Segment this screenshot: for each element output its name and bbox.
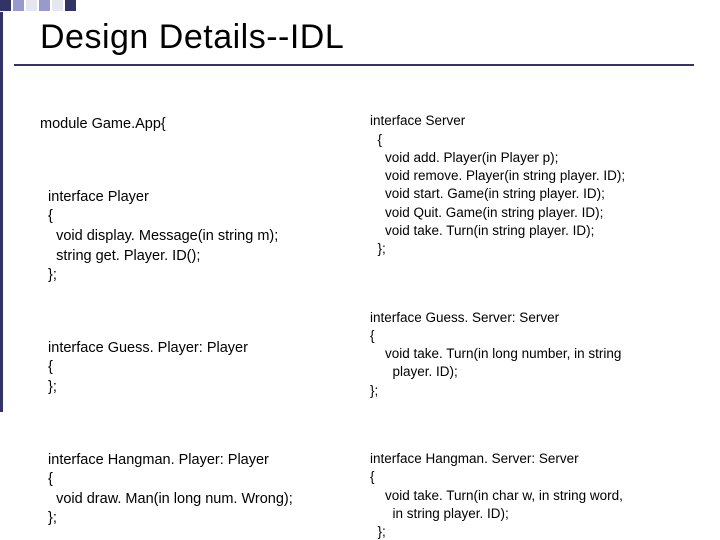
player-interface-block: interface Player { void display. Message… — [40, 188, 360, 286]
deco-square — [52, 0, 63, 11]
slide-body: module Game.App{ interface Player { void… — [40, 76, 700, 540]
deco-square — [39, 0, 50, 11]
guess-player-interface-block: interface Guess. Player: Player { }; — [40, 339, 360, 398]
side-line — [0, 12, 3, 412]
hangman-server-interface-block: interface Hangman. Server: Server { void… — [370, 450, 690, 540]
slide: Design Details--IDL module Game.App{ int… — [0, 0, 720, 540]
deco-square — [13, 0, 24, 11]
hangman-player-interface-block: interface Hangman. Player: Player { void… — [40, 451, 360, 529]
module-line: module Game.App{ — [40, 115, 360, 135]
right-column: interface Server { void add. Player(in P… — [370, 76, 690, 540]
slide-title: Design Details--IDL — [40, 18, 344, 57]
deco-square — [26, 0, 37, 11]
title-rule — [14, 64, 694, 66]
deco-square — [0, 0, 11, 11]
server-interface-block: interface Server { void add. Player(in P… — [370, 112, 690, 258]
deco-square — [65, 0, 76, 11]
top-decoration — [0, 0, 120, 12]
left-column: module Game.App{ interface Player { void… — [40, 76, 360, 540]
guess-server-interface-block: interface Guess. Server: Server { void t… — [370, 309, 690, 400]
